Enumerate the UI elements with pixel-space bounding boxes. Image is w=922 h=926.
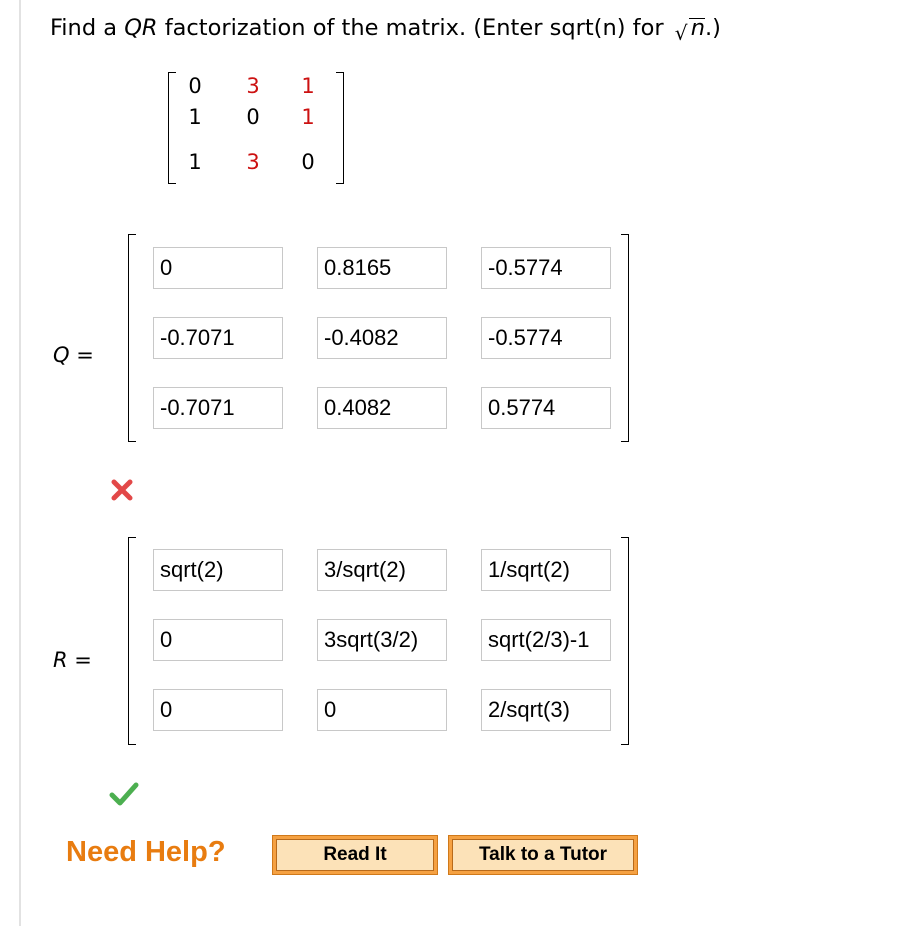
q-var: Q [53, 343, 70, 367]
given-cell: 0 [301, 150, 315, 174]
r-entry-1-3[interactable]: 1/sqrt(2) [481, 549, 611, 591]
q-entry-2-2[interactable]: -0.4082 [317, 317, 447, 359]
read-it-label: Read It [276, 839, 434, 871]
given-cell: 0 [188, 74, 202, 98]
given-right-bracket [336, 72, 344, 184]
q-entry-1-1[interactable]: 0 [153, 247, 283, 289]
question-qr: QR [124, 15, 158, 41]
r-entry-1-1[interactable]: sqrt(2) [153, 549, 283, 591]
q-label: Q = [53, 343, 94, 367]
r-entry-3-1[interactable]: 0 [153, 689, 283, 731]
given-cell: 1 [301, 74, 315, 98]
given-left-bracket [168, 72, 176, 184]
r-left-bracket [128, 537, 136, 745]
incorrect-x-icon [111, 479, 133, 501]
r-var: R [53, 648, 68, 672]
question-text: Find a QR factorization of the matrix. (… [50, 15, 721, 45]
talk-to-tutor-label: Talk to a Tutor [452, 839, 634, 871]
q-entry-3-2[interactable]: 0.4082 [317, 387, 447, 429]
q-entry-1-2[interactable]: 0.8165 [317, 247, 447, 289]
given-cell: 1 [188, 105, 202, 129]
q-right-bracket [621, 234, 629, 442]
given-cell: 1 [188, 150, 202, 174]
r-entry-3-3[interactable]: 2/sqrt(3) [481, 689, 611, 731]
given-cell: 1 [301, 105, 315, 129]
q-entry-3-1[interactable]: -0.7071 [153, 387, 283, 429]
question-middle: factorization of the matrix. (Enter sqrt… [157, 15, 671, 41]
read-it-button[interactable]: Read It [272, 835, 438, 875]
q-entry-3-3[interactable]: 0.5774 [481, 387, 611, 429]
correct-check-icon [109, 782, 139, 806]
q-entry-1-3[interactable]: -0.5774 [481, 247, 611, 289]
q-left-bracket [128, 234, 136, 442]
r-entry-1-2[interactable]: 3/sqrt(2) [317, 549, 447, 591]
r-entry-2-1[interactable]: 0 [153, 619, 283, 661]
question-prefix: Find a [50, 15, 125, 41]
need-help-label: Need Help? [66, 836, 226, 868]
sqrt-symbol: √ n [674, 15, 706, 45]
r-equals: = [67, 648, 92, 672]
given-cell: 3 [246, 150, 260, 174]
r-label: R = [53, 648, 92, 672]
r-entry-2-2[interactable]: 3sqrt(3/2) [317, 619, 447, 661]
q-equals: = [69, 343, 94, 367]
given-cell: 0 [246, 105, 260, 129]
r-entry-2-3[interactable]: sqrt(2/3)-1 [481, 619, 611, 661]
q-entry-2-1[interactable]: -0.7071 [153, 317, 283, 359]
talk-to-tutor-button[interactable]: Talk to a Tutor [448, 835, 638, 875]
left-border [19, 0, 21, 926]
given-cell: 3 [246, 74, 260, 98]
r-right-bracket [621, 537, 629, 745]
q-entry-2-3[interactable]: -0.5774 [481, 317, 611, 359]
given-matrix: 0 3 1 1 0 1 1 3 0 [168, 72, 344, 184]
r-entry-3-2[interactable]: 0 [317, 689, 447, 731]
question-suffix: .) [705, 15, 721, 41]
